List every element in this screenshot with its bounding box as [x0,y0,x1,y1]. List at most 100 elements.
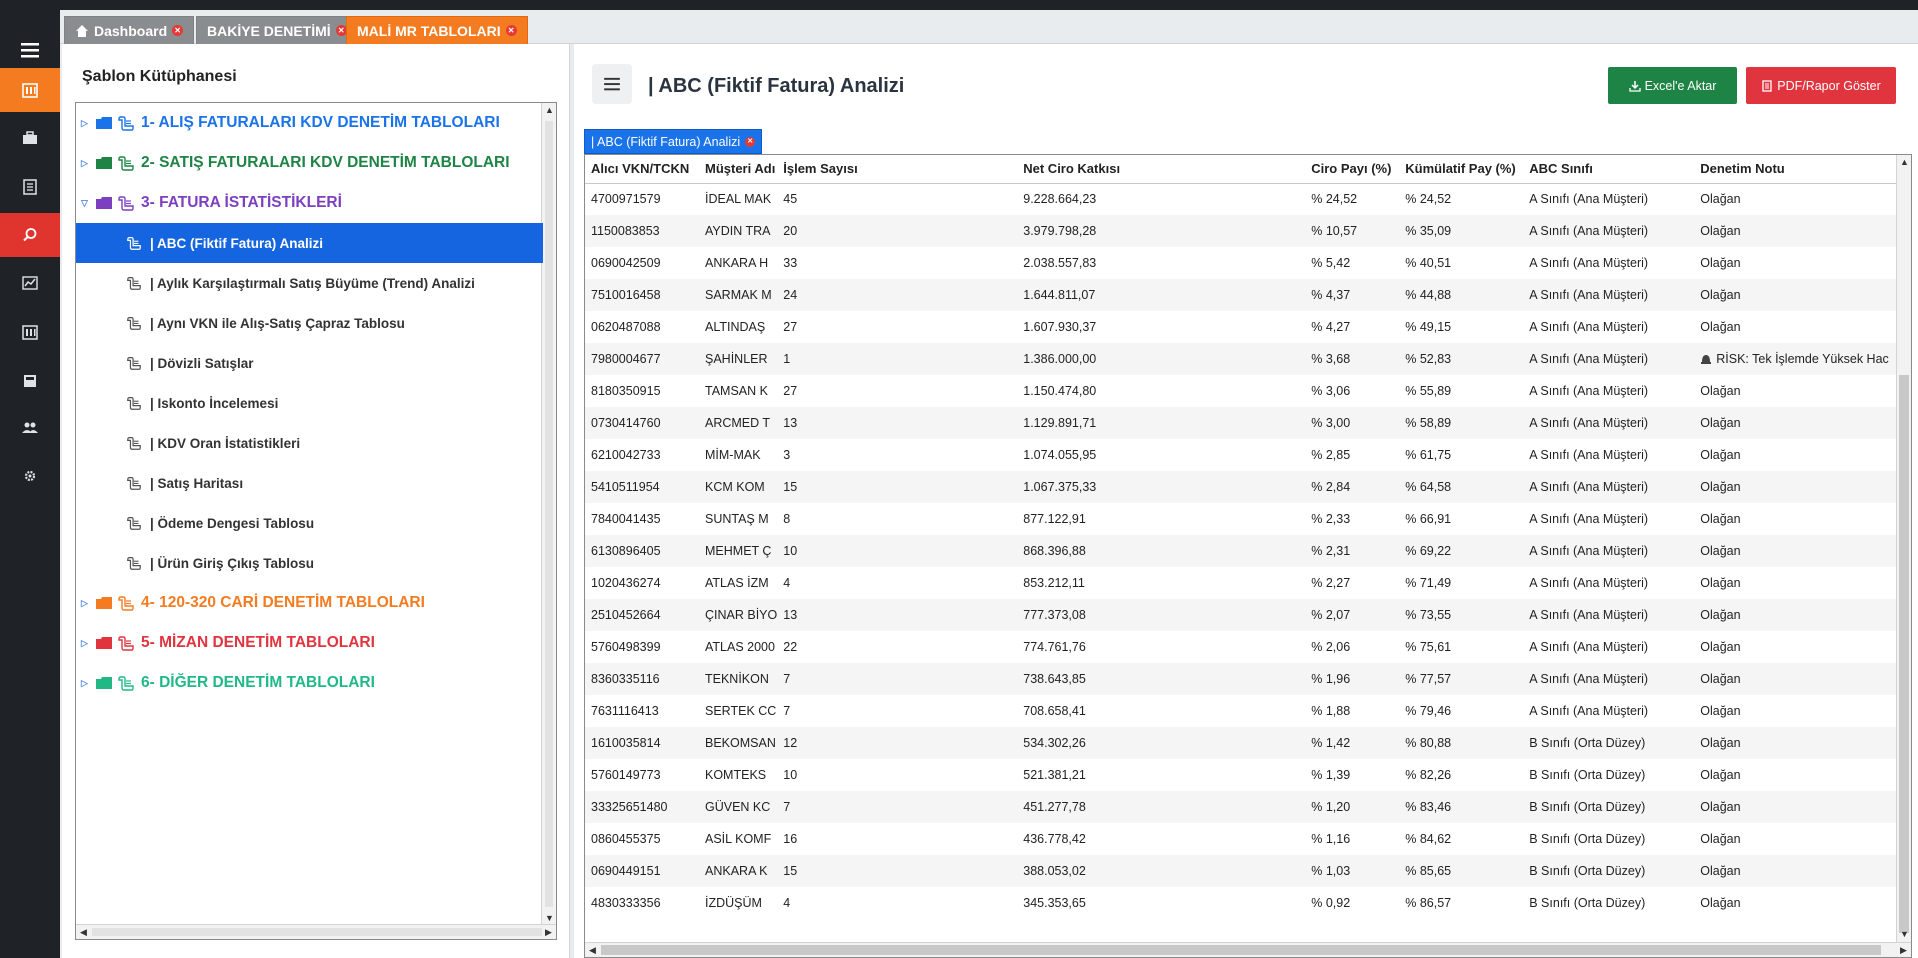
column-header[interactable]: İşlem Sayısı [777,155,1018,184]
rail-bank-button[interactable] [0,310,60,354]
tree-horizontal-scrollbar[interactable]: ◀ ▶ [76,924,556,939]
table-row[interactable]: 5410511954 KCM KOM 15 1.067.375,33% 2,84% 6… [585,471,1905,503]
tab-mali-mr-tablolari[interactable]: MALİ MR TABLOLARI ✕ [346,16,528,44]
tree-item[interactable]: | KDV Oran İstatistikleri [76,423,543,463]
rail-chart-button[interactable] [0,261,60,305]
tree-item[interactable]: | Ödeme Dengesi Tablosu [76,503,543,543]
column-header[interactable]: Ciro Payı (%) [1305,155,1400,184]
content-menu-button[interactable] [592,64,632,104]
table-row[interactable]: 4700971579 İDEAL MAK 45 9.228.664,23 % 24,52… [585,183,1904,215]
tree-category[interactable]: ▷ 1- ALIŞ FATURALARI KDV DENETİM TABLOLAR… [76,103,543,143]
scroll-left-icon[interactable]: ◀ [585,943,600,957]
table-row[interactable]: 0690449151 ANKARA K 15 388.053,02% 1,03% 85… [585,855,1905,887]
rail-search-button[interactable] [0,213,60,257]
caret-right-icon[interactable]: ▷ [81,638,93,649]
table-row[interactable]: 4830333356 İZDÜŞÜM 4 345.353,65 % 0,92 % 86,5… [585,887,1904,919]
caret-down-icon[interactable]: ▽ [81,198,93,209]
tab-dashboard[interactable]: Dashboard ✕ [64,16,195,44]
tree-item[interactable]: | Aynı VKN ile Alış-Satış Çapraz Tablosu [76,303,543,343]
table-row[interactable]: 1610035814 BEKOMSAN 12 534.302,26% 1,42% 80… [585,727,1905,759]
abc-analysis-grid[interactable]: Alıcı VKN/TCKN Müşteri Adı İşlem Sayısı Net… [584,154,1912,958]
grid-vertical-scrollbar[interactable]: ▲ ▼ [1896,155,1911,942]
table-row[interactable]: 7980004677 ŞAHİNLER 1 1.386.000,00% 3,68% 5… [585,343,1905,375]
tree-item[interactable]: | Iskonto İncelemesi [76,383,543,423]
rail-storage-button[interactable] [0,359,60,403]
tree-item[interactable]: | Satış Haritası [76,463,543,503]
icon-rail [0,10,60,958]
rail-reports-button[interactable] [0,68,60,112]
tree-category-label: 6- DİĞER DENETİM TABLOLARI [141,674,375,691]
tree-category[interactable]: ▽ 3- FATURA İSTATİSTİKLERİ [76,183,543,223]
bank-icon [22,325,38,340]
template-tree[interactable]: ▲ ▼ ◀ ▶ ▷ 1- ALIŞ FATURALARI KDV DENETİM … [75,102,557,940]
table-cell: 3 [783,448,791,462]
report-subtab[interactable]: | ABC (Fiktif Fatura) Analizi ✕ [584,129,763,154]
table-row[interactable]: 7510016458 SARMAK M 24 1.644.811,07% 4,37% … [585,279,1905,311]
close-icon[interactable]: ✕ [745,136,756,147]
table-cell: % 77,57 [1399,663,1524,695]
caret-right-icon[interactable]: ▷ [81,598,93,609]
caret-right-icon[interactable]: ▷ [81,678,93,689]
tree-category[interactable]: ▷ 5- MİZAN DENETİM TABLOLARI [76,623,543,663]
table-row[interactable]: 0620487088 ALTINDAŞ 27 1.607.930,37 % 4,27 % … [585,311,1904,343]
table-row[interactable]: 7631116413 SERTEK CC 7 708.658,41 % 1,88 % 79… [585,695,1904,727]
menu-toggle-button[interactable] [0,28,60,72]
scroll-down-icon[interactable]: ▼ [1897,927,1911,942]
tree-item[interactable]: | Aylık Karşılaştırmalı Satış Büyüme (Tr… [76,263,543,303]
table-row[interactable]: 5760149773 KOMTEKS 10 521.381,21 % 1,39 % 82,… [585,759,1904,791]
rail-ledger-button[interactable] [0,165,60,209]
column-header[interactable]: Denetim Notu [1694,155,1905,184]
tree-vertical-scrollbar[interactable]: ▲ ▼ [541,103,556,926]
scroll-right-icon[interactable]: ▶ [1896,943,1911,957]
table-row[interactable]: 6130896405 MEHMET Ç 10 868.396,88% 2,31% 69… [585,535,1905,567]
table-row[interactable]: 1020436274 ATLAS İZM 4 853.212,11 % 2,27 % 71… [585,567,1904,599]
rail-users-button[interactable] [0,406,60,450]
tree-category[interactable]: ▷ 6- DİĞER DENETİM TABLOLARI [76,663,543,703]
table-row[interactable]: 1150083853 AYDIN TRA 20 3.979.798,28% 10,57… [585,215,1905,247]
scroll-up-icon[interactable]: ▲ [542,103,556,118]
table-cell: % 1,20 [1305,791,1400,823]
tab-bakiye-denetimi[interactable]: BAKİYE DENETİMİ ✕ [196,16,358,44]
scroll-icon [117,154,135,172]
column-header[interactable]: ABC Sınıfı [1523,155,1695,184]
pdf-report-button[interactable]: PDF/Rapor Göster [1746,67,1896,104]
table-cell: % 82,26 [1405,768,1452,782]
table-row[interactable]: 2510452664 ÇINAR BİYO 13 777.373,08% 2,07% … [585,599,1905,631]
table-row[interactable]: 0690042509 ANKARA H 33 2.038.557,83 % 5,42 % … [585,247,1904,279]
tree-category[interactable]: ▷ 4- 120-320 CARİ DENETİM TABLOLARI [76,583,543,623]
column-header[interactable]: Alıcı VKN/TCKN [585,155,699,184]
table-row[interactable]: 6210042733 MİM-MAK 3 1.074.055,95 % 2,85 % 61… [585,439,1904,471]
table-row[interactable]: 8180350915 TAMSAN K 27 1.150.474,80 % 3,06 % … [585,375,1904,407]
scroll-thumb[interactable] [1899,375,1909,933]
table-row[interactable]: 0860455375 ASİL KOMF 16 436.778,42 % 1,16 % 8… [585,823,1904,855]
table-cell: Olağan [1700,256,1741,270]
scroll-thumb[interactable] [545,121,553,907]
close-icon[interactable]: ✕ [505,25,517,36]
table-row[interactable]: 0730414760 ARCMED T 13 1.129.891,71% 3,00% … [585,407,1905,439]
grid-horizontal-scrollbar[interactable]: ◀ ▶ [585,942,1911,957]
column-header[interactable]: Müşteri Adı [699,155,778,184]
pdf-label: PDF/Rapor Göster [1777,78,1881,93]
scroll-left-icon[interactable]: ◀ [76,925,91,939]
table-cell: A Sınıfı (Ana Müşteri) [1523,471,1695,503]
scroll-thumb[interactable] [92,928,542,936]
column-header[interactable]: Net Ciro Katkısı [1017,155,1306,184]
table-row[interactable]: 33325651480 GÜVEN KC 7 451.277,78% 1,20% 83… [585,791,1905,823]
tree-item[interactable]: | Ürün Giriş Çıkış Tablosu [76,543,543,583]
tree-item[interactable]: | ABC (Fiktif Fatura) Analizi [76,223,543,263]
rail-briefcase-button[interactable] [0,116,60,160]
table-row[interactable]: 5760498399 ATLAS 2000 22 774.761,76 % 2,06 % … [585,631,1904,663]
caret-right-icon[interactable]: ▷ [81,158,93,169]
table-row[interactable]: 7840041435 SUNTAŞ M 8 877.122,91 % 2,33 % 66,… [585,503,1904,535]
scroll-thumb[interactable] [601,945,1881,955]
excel-export-button[interactable]: Excel'e Aktar [1608,67,1737,104]
scroll-up-icon[interactable]: ▲ [1897,155,1911,170]
tree-category[interactable]: ▷ 2- SATIŞ FATURALARI KDV DENETİM TABLOLA… [76,143,543,183]
rail-settings-button[interactable] [0,454,60,498]
column-header[interactable]: Kümülatif Pay (%) [1399,155,1524,184]
table-row[interactable]: 8360335116 TEKNİKON 7 738.643,85% 1,96% 77,… [585,663,1905,695]
close-icon[interactable]: ✕ [172,25,184,36]
caret-right-icon[interactable]: ▷ [81,118,93,129]
tree-item[interactable]: | Dövizli Satışlar [76,343,543,383]
scroll-right-icon[interactable]: ▶ [541,925,556,939]
